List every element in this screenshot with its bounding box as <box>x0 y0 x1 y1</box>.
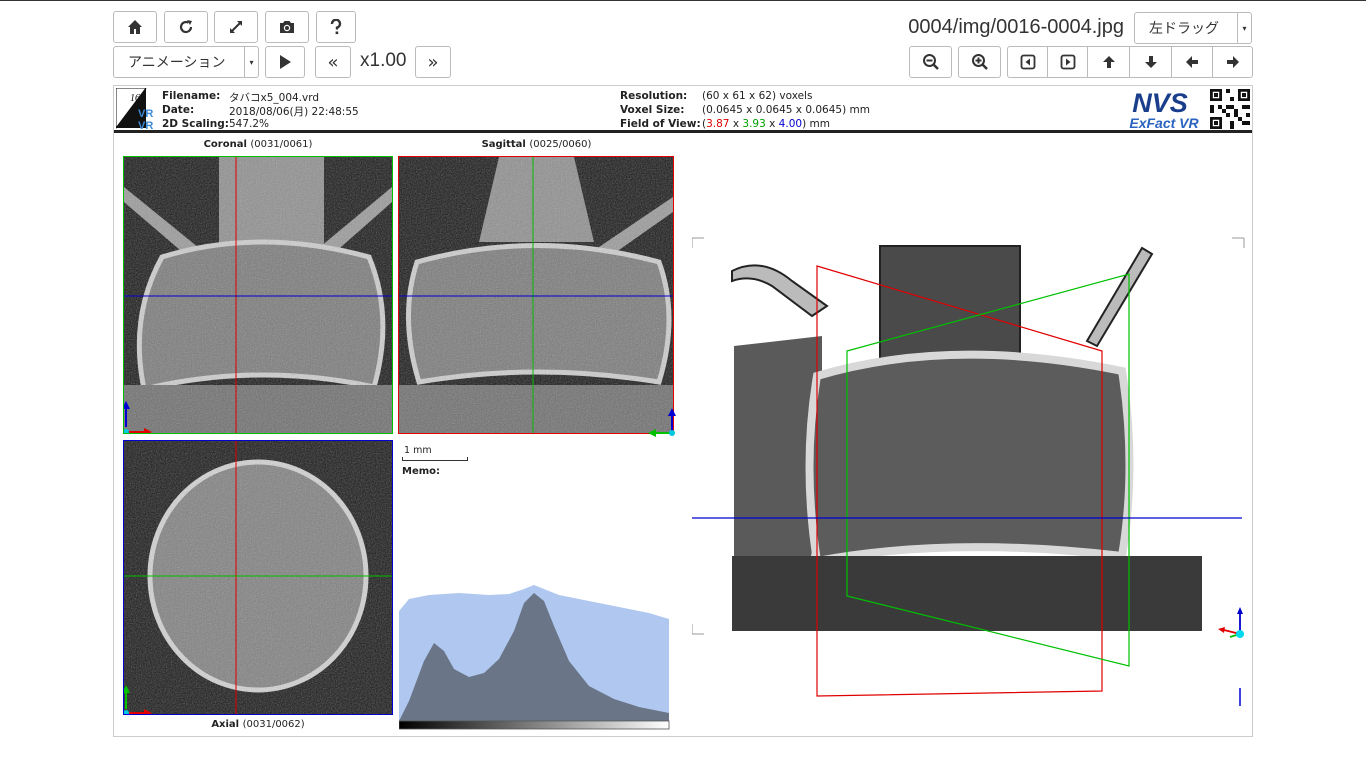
camera-icon <box>280 21 294 33</box>
faster-button[interactable]: » <box>415 46 451 78</box>
filename-label: Filename: <box>162 90 221 102</box>
fullscreen-button[interactable] <box>214 11 258 43</box>
sagittal-axis-icon <box>648 408 676 437</box>
axial-title: Axial (0031/0062) <box>211 719 305 730</box>
histogram <box>399 585 670 730</box>
play-icon <box>280 55 291 69</box>
voxel-size-value: (0.0645 x 0.0645 x 0.0645) mm <box>702 104 870 116</box>
resolution-value: (60 x 61 x 62) voxels <box>702 90 813 102</box>
animation-select[interactable]: アニメーション ▾ <box>113 46 259 78</box>
arrow-left-icon <box>1186 56 1198 68</box>
arrow-up-icon <box>1102 56 1115 68</box>
vr-badge-icon: 16 4 VR VR <box>116 88 153 130</box>
sagittal-title: Sagittal (0025/0060) <box>481 139 592 150</box>
zoom-in-button[interactable] <box>958 46 1001 78</box>
fov-y: 3.93 <box>742 118 766 130</box>
svg-text:ExFact VR: ExFact VR <box>1129 115 1199 131</box>
info-header: 16 4 VR VR Filename: タバコx5_004.vrd Date:… <box>114 86 1252 133</box>
badge-bottom-number: 4 <box>120 107 125 116</box>
fov-x: 3.87 <box>706 118 730 130</box>
qr-code-icon <box>1210 89 1250 129</box>
scaling-value: 547.2% <box>229 118 270 130</box>
screenshot-button[interactable] <box>265 11 309 43</box>
volume-axis-icon <box>1218 607 1244 638</box>
help-button[interactable] <box>316 11 356 43</box>
animation-select-value: アニメーション <box>128 55 226 71</box>
resolution-label: Resolution: <box>620 90 688 102</box>
exfact-vr-logo: NVS ExFact VR <box>1129 88 1199 131</box>
reset-button[interactable] <box>164 11 208 43</box>
date-value: 2018/08/06(月) 22:48:55 <box>229 106 359 118</box>
rotate-right-button[interactable] <box>1212 46 1253 78</box>
double-right-chevron-icon: » <box>427 51 439 73</box>
scale-bar-label: 1 mm <box>404 445 432 456</box>
zoom-out-icon <box>922 54 939 70</box>
badge-top-number: 16 <box>130 93 140 104</box>
fov-label: Field of View: <box>620 118 701 130</box>
rotate-down-button[interactable] <box>1129 46 1172 78</box>
fov-z: 4.00 <box>778 118 803 130</box>
volume-render-view[interactable] <box>692 226 1248 706</box>
svg-text:NVS: NVS <box>1132 88 1188 118</box>
refresh-icon <box>179 20 193 34</box>
filename-value: タバコx5_004.vrd <box>229 92 320 104</box>
step-forward-icon <box>1060 54 1075 70</box>
prev-frame-button[interactable] <box>1007 46 1048 78</box>
axial-view[interactable] <box>123 440 393 715</box>
double-left-chevron-icon: « <box>327 51 339 73</box>
play-button[interactable] <box>265 46 305 78</box>
scaling-label: 2D Scaling: <box>162 118 229 130</box>
voxel-size-label: Voxel Size: <box>620 104 685 116</box>
zoom-in-icon <box>971 54 988 70</box>
svg-text:VR: VR <box>138 120 153 130</box>
image-path: 0004/img/0016-0004.jpg <box>908 16 1124 38</box>
home-icon <box>128 20 142 34</box>
slower-button[interactable]: « <box>315 46 351 78</box>
arrow-down-icon <box>1144 56 1157 68</box>
rotate-up-button[interactable] <box>1087 46 1130 78</box>
rotate-left-button[interactable] <box>1171 46 1213 78</box>
coronal-view[interactable] <box>123 156 393 434</box>
zoom-out-button[interactable] <box>909 46 952 78</box>
memo-label: Memo: <box>402 466 441 477</box>
drag-mode-value: 左ドラッグ <box>1149 21 1219 37</box>
step-back-icon <box>1020 54 1035 70</box>
drag-mode-select[interactable]: 左ドラッグ ▾ <box>1134 12 1252 44</box>
chevron-down-icon: ▾ <box>1237 13 1251 43</box>
arrow-right-icon <box>1226 56 1239 68</box>
scale-bar <box>402 457 468 461</box>
top-border <box>0 0 1366 1</box>
expand-icon <box>230 21 242 33</box>
sagittal-view[interactable] <box>398 156 674 434</box>
fov-value: (3.87 x 3.93 x 4.00) mm <box>702 118 830 130</box>
speed-readout: x1.00 <box>360 50 407 71</box>
home-button[interactable] <box>113 11 157 43</box>
question-icon <box>330 19 342 35</box>
svg-text:VR: VR <box>138 108 153 120</box>
chevron-down-icon: ▾ <box>244 47 258 77</box>
viewer-canvas[interactable]: 16 4 VR VR Filename: タバコx5_004.vrd Date:… <box>113 85 1253 737</box>
coronal-title: Coronal (0031/0061) <box>203 139 313 150</box>
next-frame-button[interactable] <box>1047 46 1088 78</box>
date-label: Date: <box>162 104 195 116</box>
